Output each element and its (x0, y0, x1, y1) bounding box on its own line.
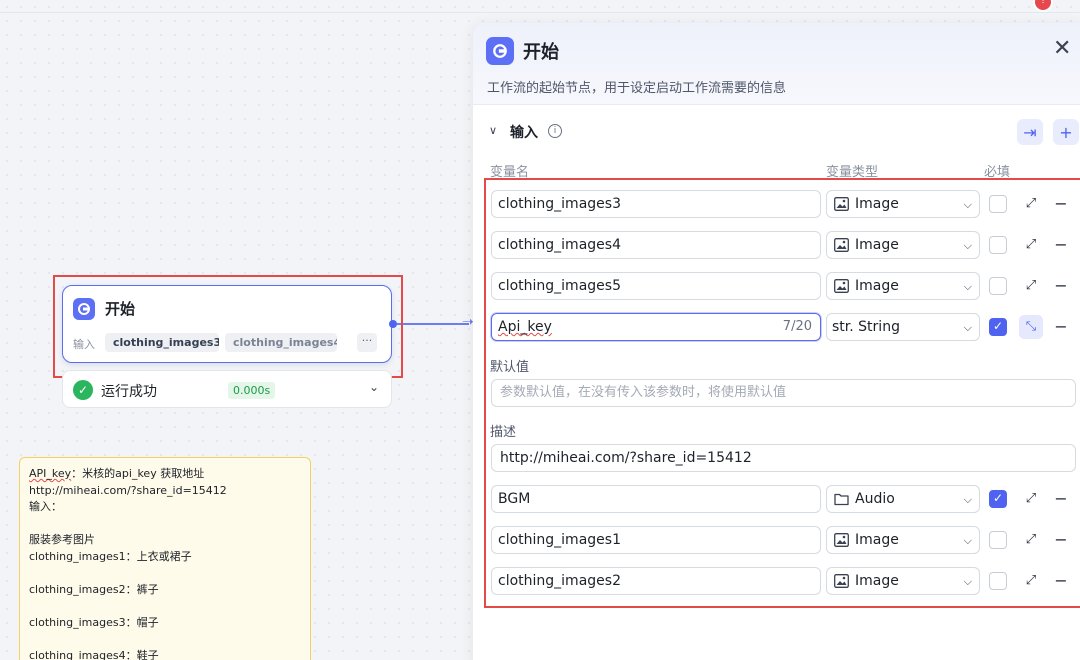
connection-edge (397, 323, 469, 325)
topbar-divider (0, 12, 1080, 13)
note-line: http://miheai.com/?share_id=15412 (29, 483, 227, 497)
close-icon[interactable]: ✕ (1053, 38, 1071, 60)
run-status-bar[interactable]: ✓ 运行成功 0.000s ⌄ (62, 370, 392, 408)
add-variable-button[interactable]: + (1053, 119, 1079, 145)
panel-description: 工作流的起始节点，用于设定启动工作流需要的信息 (487, 81, 787, 96)
note-line: API_key：米核的api_key 获取地址 (29, 467, 205, 480)
note-line: clothing_images3：帽子 (29, 615, 159, 629)
panel-title: 开始 (523, 42, 559, 63)
note-line: clothing_images1：上衣或裙子 (29, 549, 192, 563)
note-line (29, 598, 301, 615)
highlight-box (484, 178, 1080, 608)
run-time-badge: 0.000s (228, 382, 276, 399)
start-node-icon (486, 37, 514, 65)
note-line: 服装参考图片 (29, 533, 95, 546)
note-line (29, 516, 301, 533)
note-line: clothing_images2：裤子 (29, 582, 159, 596)
chevron-down-icon[interactable]: ∨ (489, 124, 497, 137)
run-status-text: 运行成功 (101, 384, 157, 400)
success-check-icon: ✓ (73, 380, 93, 400)
note-line: 输入： (29, 500, 62, 513)
import-variables-button[interactable]: ⇥ (1017, 119, 1043, 145)
note-line (29, 565, 301, 582)
note-line (29, 631, 301, 648)
section-title-input[interactable]: 输入 (510, 122, 538, 142)
chevron-down-icon[interactable]: ⌄ (369, 380, 379, 394)
edge-arrow-icon: ➝ (462, 314, 474, 330)
note-line: clothing_images4：鞋子 (29, 648, 159, 660)
sticky-note[interactable]: API_key：米核的api_key 获取地址 http://miheai.co… (19, 457, 311, 660)
info-icon[interactable]: i (548, 124, 562, 138)
highlight-box (53, 275, 403, 378)
